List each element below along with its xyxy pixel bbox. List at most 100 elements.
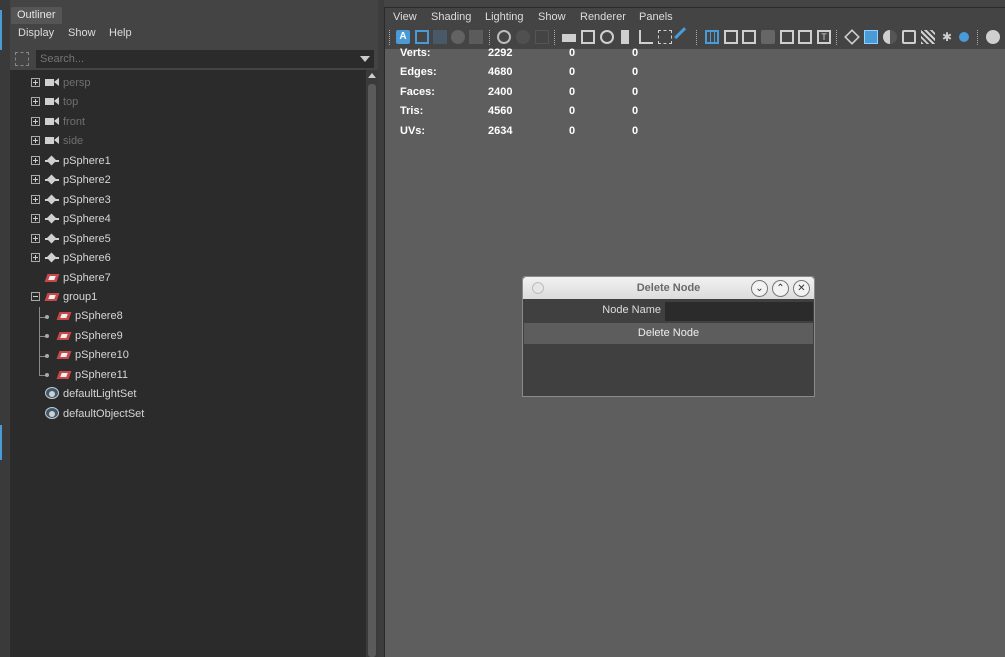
bookmark-icon[interactable]: [433, 30, 447, 44]
outliner-item-label: pSphere11: [75, 369, 129, 381]
grid-icon[interactable]: [705, 30, 719, 44]
wireframe-on-shaded-icon[interactable]: [883, 30, 897, 44]
camera-attributes-icon[interactable]: [415, 30, 429, 44]
outliner-tabbar: Outliner: [10, 6, 378, 24]
filter-icon[interactable]: [15, 52, 29, 66]
outliner-item-defaultlightset[interactable]: defaultLightSet: [10, 385, 366, 404]
outliner-item-side[interactable]: side: [10, 132, 366, 151]
set-icon: [45, 407, 59, 419]
expand-icon[interactable]: [31, 117, 40, 126]
film-gate-toggle-icon[interactable]: [724, 30, 738, 44]
menu-renderer[interactable]: Renderer: [580, 11, 626, 23]
outliner-item-psphere3[interactable]: pSphere3: [10, 191, 366, 210]
outliner-item-group1[interactable]: group1: [10, 288, 366, 307]
outliner-item-psphere5[interactable]: pSphere5: [10, 230, 366, 249]
dialog-title: Delete Node: [636, 282, 701, 294]
safe-action-toggle-icon[interactable]: [798, 30, 812, 44]
isolate-select-icon[interactable]: [639, 30, 653, 44]
toolbar-separator: [977, 30, 979, 45]
outliner-item-psphere11[interactable]: pSphere11: [10, 366, 366, 385]
outliner-item-label: pSphere5: [63, 233, 111, 245]
tab-outliner[interactable]: Outliner: [11, 7, 62, 24]
select-camera-icon[interactable]: A: [396, 30, 410, 44]
textured-icon[interactable]: [921, 30, 935, 44]
gate-mask-toggle-icon[interactable]: [761, 30, 775, 44]
grease-pencil-icon[interactable]: [497, 30, 511, 44]
dialog-titlebar[interactable]: Delete Node ⌄ ⌃ ✕: [523, 277, 814, 299]
paint-brush-icon[interactable]: [674, 27, 694, 47]
hud-value: 0: [632, 86, 639, 98]
scroll-up-arrow-icon[interactable]: [368, 73, 376, 78]
expand-icon[interactable]: [31, 97, 40, 106]
search-input[interactable]: [36, 50, 374, 68]
minimize-icon[interactable]: ⌄: [751, 280, 768, 297]
expand-icon[interactable]: [31, 136, 40, 145]
hud-label: Faces:: [400, 86, 435, 98]
expand-icon[interactable]: [31, 195, 40, 204]
expand-icon[interactable]: [31, 253, 40, 262]
outliner-item-persp[interactable]: persp: [10, 74, 366, 93]
bookmark-flag-icon[interactable]: [621, 30, 629, 44]
outliner-item-label: pSphere2: [63, 174, 111, 186]
expand-icon[interactable]: [31, 234, 40, 243]
wireframe-icon[interactable]: [844, 29, 860, 45]
smooth-shade-icon[interactable]: [864, 30, 878, 44]
outliner-item-label: pSphere8: [75, 310, 123, 322]
delete-node-button[interactable]: Delete Node: [524, 323, 813, 344]
outliner-item-front[interactable]: front: [10, 113, 366, 132]
shadows-icon[interactable]: [959, 32, 969, 42]
outliner-item-label: defaultLightSet: [63, 388, 137, 400]
safe-action-icon[interactable]: [516, 30, 530, 44]
outliner-item-label: defaultObjectSet: [63, 408, 145, 420]
resolution-gate-icon[interactable]: [581, 30, 595, 44]
menu-help[interactable]: Help: [109, 27, 132, 39]
film-gate-icon[interactable]: [562, 34, 576, 42]
collapse-icon[interactable]: [31, 292, 40, 301]
camera-icon: [45, 96, 59, 108]
expand-icon[interactable]: [31, 156, 40, 165]
menu-shading[interactable]: Shading: [431, 11, 471, 23]
menu-show[interactable]: Show: [538, 11, 566, 23]
outliner-item-top[interactable]: top: [10, 93, 366, 112]
menu-panels[interactable]: Panels: [639, 11, 673, 23]
outliner-item-psphere6[interactable]: pSphere6: [10, 249, 366, 268]
image-plane-icon[interactable]: [451, 30, 465, 44]
node-name-input[interactable]: [665, 302, 813, 321]
mesh-icon: [45, 174, 59, 186]
menu-view[interactable]: View: [393, 11, 417, 23]
screen-space-ao-icon[interactable]: [986, 30, 1000, 44]
resolution-gate-toggle-icon[interactable]: [742, 30, 756, 44]
outliner-item-psphere4[interactable]: pSphere4: [10, 210, 366, 229]
outliner-item-psphere1[interactable]: pSphere1: [10, 152, 366, 171]
outliner-item-psphere2[interactable]: pSphere2: [10, 171, 366, 190]
left-strip-highlight: [0, 425, 2, 460]
outliner-item-defaultobjectset[interactable]: defaultObjectSet: [10, 405, 366, 424]
hud-value: 0: [569, 125, 576, 137]
outliner-item-psphere7[interactable]: pSphere7: [10, 269, 366, 288]
outliner-item-psphere9[interactable]: pSphere9: [10, 327, 366, 346]
transform-icon: [45, 272, 59, 284]
expand-icon[interactable]: [31, 175, 40, 184]
outliner-item-psphere8[interactable]: pSphere8: [10, 307, 366, 326]
scrollbar-thumb[interactable]: [368, 84, 376, 657]
hud-value: 0: [632, 105, 639, 117]
safe-title-icon[interactable]: T: [817, 30, 831, 44]
menu-display[interactable]: Display: [18, 27, 54, 39]
outliner-scrollbar[interactable]: [366, 70, 378, 657]
toolbar-separator: [389, 30, 391, 45]
maximize-icon[interactable]: ⌃: [772, 280, 789, 297]
menu-lighting[interactable]: Lighting: [485, 11, 524, 23]
search-dropdown-arrow-icon[interactable]: [360, 56, 370, 62]
lights-icon[interactable]: ✱: [940, 30, 954, 44]
xray-icon[interactable]: [658, 30, 672, 44]
gate-mask-icon[interactable]: [600, 30, 614, 44]
expand-icon[interactable]: [31, 78, 40, 87]
close-icon[interactable]: ✕: [793, 280, 810, 297]
field-chart-icon[interactable]: [535, 30, 549, 44]
field-chart-toggle-icon[interactable]: [780, 30, 794, 44]
expand-icon[interactable]: [31, 214, 40, 223]
2d-pan-zoom-icon[interactable]: [469, 30, 483, 44]
menu-show[interactable]: Show: [68, 27, 96, 39]
outliner-item-psphere10[interactable]: pSphere10: [10, 346, 366, 365]
default-material-icon[interactable]: [902, 30, 916, 44]
